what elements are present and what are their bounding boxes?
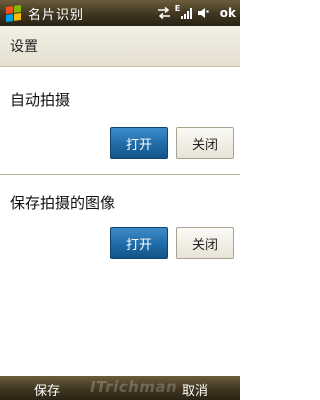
start-button[interactable] [0, 0, 26, 26]
save-softkey[interactable]: 保存 [34, 380, 60, 399]
auto-capture-on-button[interactable]: 打开 [110, 127, 168, 159]
status-bar: 名片识别 E ok [0, 0, 240, 26]
save-images-label: 保存拍摄的图像 [10, 194, 116, 212]
auto-capture-off-button[interactable]: 关闭 [176, 127, 234, 159]
volume-icon[interactable] [197, 7, 209, 19]
save-images-on-button[interactable]: 打开 [110, 227, 168, 259]
sync-arrows-icon[interactable] [157, 7, 171, 19]
cancel-softkey[interactable]: 取消 [182, 380, 208, 399]
windows-logo-icon [5, 4, 21, 22]
settings-header: 设置 [0, 26, 240, 67]
softkey-bar: 保存 ITrichman 取消 [0, 376, 240, 400]
watermark: ITrichman [90, 378, 178, 396]
ok-button[interactable]: ok [220, 6, 236, 20]
auto-capture-label: 自动拍摄 [10, 91, 71, 109]
signal-strength-icon[interactable]: E [174, 4, 192, 19]
app-title: 名片识别 [28, 7, 85, 23]
data-type-indicator: E [174, 4, 181, 13]
page-title: 设置 [10, 39, 38, 55]
section-divider [0, 174, 240, 175]
save-images-off-button[interactable]: 关闭 [176, 227, 234, 259]
